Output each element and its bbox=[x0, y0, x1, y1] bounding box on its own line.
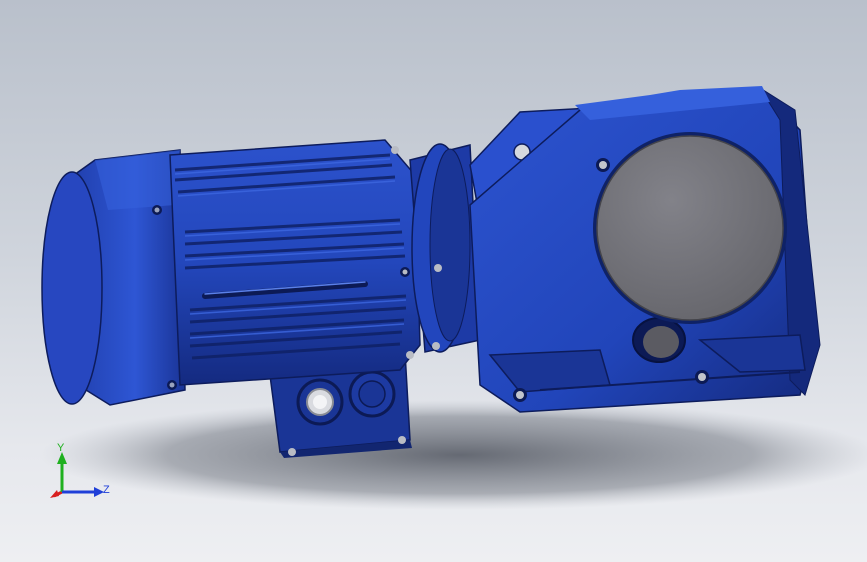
motor-fan-cover[interactable] bbox=[41, 149, 186, 406]
motor-finned-body[interactable] bbox=[169, 139, 421, 386]
z-axis-label: Z bbox=[103, 484, 110, 496]
gear-motor-model[interactable] bbox=[0, 0, 867, 562]
output-hollow-shaft[interactable] bbox=[593, 132, 787, 324]
adapter-flange[interactable] bbox=[409, 143, 481, 353]
ground-shadow bbox=[40, 400, 867, 510]
3d-viewport[interactable]: Y Z bbox=[0, 0, 867, 562]
coordinate-triad: Y Z bbox=[50, 442, 110, 498]
y-axis-label: Y bbox=[57, 442, 65, 454]
x-axis-arrow-icon bbox=[50, 490, 59, 498]
